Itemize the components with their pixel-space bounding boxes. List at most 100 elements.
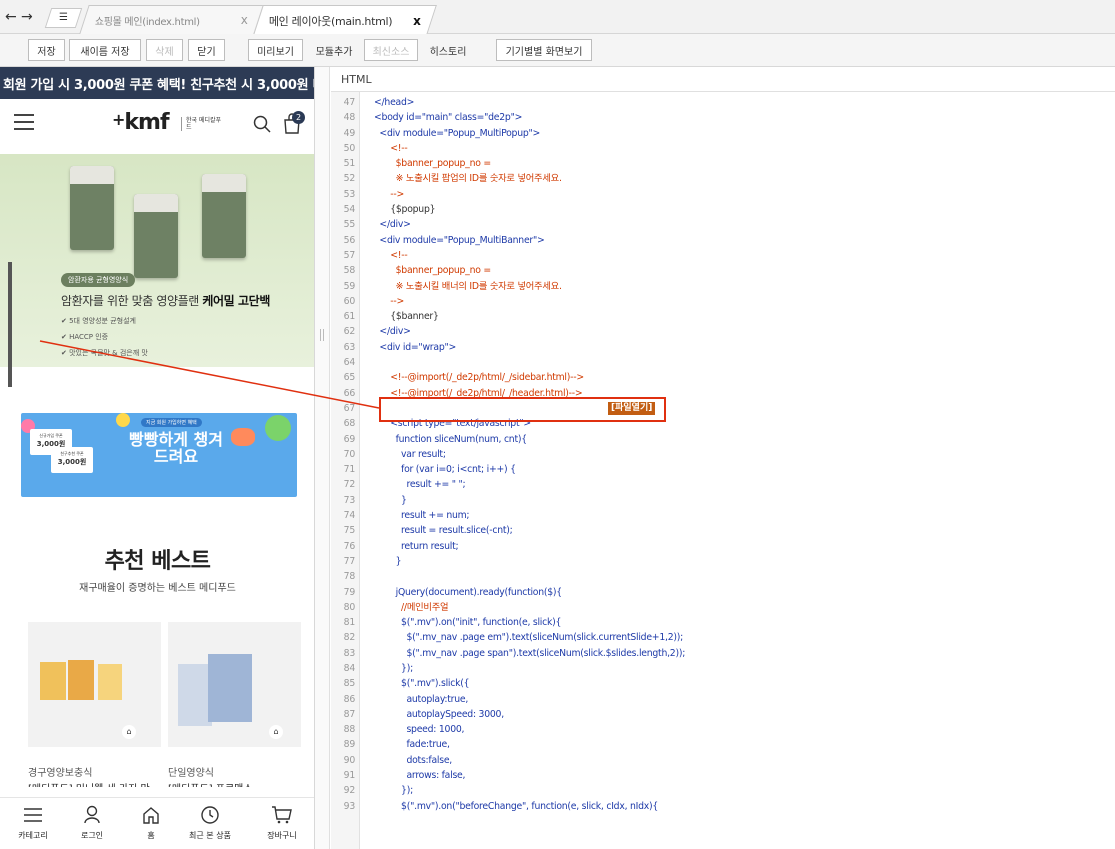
code-line[interactable]: 93 $(".mv").on("beforeChange", function(…: [331, 799, 1115, 814]
code-token: $banner_popup_no =: [374, 265, 491, 277]
code-line[interactable]: 90 dots:false,: [331, 753, 1115, 768]
code-text: autoplay:true,: [374, 692, 468, 707]
line-number: 70: [343, 448, 356, 460]
line-number: 85: [343, 678, 356, 690]
search-icon[interactable]: [253, 115, 271, 133]
code-line[interactable]: 51 $banner_popup_no =: [331, 156, 1115, 171]
code-line[interactable]: 47 </head>: [331, 95, 1115, 110]
product-card[interactable]: ⌂: [168, 622, 301, 747]
coupon-banner[interactable]: 신규가입 쿠폰 3,000원 친구추천 쿠폰 3,000원 지금 회원 가입하면 혜…: [21, 413, 297, 497]
code-line[interactable]: 91 arrows: false,: [331, 768, 1115, 783]
code-line[interactable]: 50 <!--: [331, 141, 1115, 156]
delete-button[interactable]: 삭제: [146, 39, 183, 61]
back-arrow-icon[interactable]: ←: [5, 10, 17, 24]
code-line[interactable]: 77 }: [331, 554, 1115, 569]
code-token: fade:true,: [374, 739, 450, 751]
latest-source-button[interactable]: 최신소스: [364, 39, 418, 61]
nav-login[interactable]: 로그인: [62, 804, 122, 841]
close-button[interactable]: 닫기: [188, 39, 225, 61]
code-lines[interactable]: 47 </head> 48 <body id="main" class="de2p">…: [331, 95, 1115, 814]
code-text: </div>: [374, 324, 410, 339]
nav-category[interactable]: 카테고리: [3, 804, 63, 841]
nav-cart[interactable]: 장바구니: [252, 804, 312, 841]
code-line[interactable]: 62 </div>: [331, 324, 1115, 339]
line-number: 51: [343, 158, 356, 170]
code-token: dots:false,: [374, 754, 452, 766]
product-name[interactable]: [메디푸드] 미니웰 세 가지 맛: [28, 780, 158, 787]
code-line[interactable]: 69 function sliceNum(num, cnt){: [331, 432, 1115, 447]
file-open-button[interactable]: [파일열기]: [608, 402, 656, 415]
code-line[interactable]: 84 });: [331, 661, 1115, 676]
code-line[interactable]: 58 $banner_popup_no =: [331, 263, 1115, 278]
code-text: }: [374, 554, 402, 569]
code-line[interactable]: 81 $(".mv").on("init", function(e, slick…: [331, 615, 1115, 630]
code-line[interactable]: 73 }: [331, 493, 1115, 508]
line-number: 47: [343, 97, 356, 108]
code-text: var result;: [374, 447, 446, 462]
code-line[interactable]: 72 result += " ";: [331, 477, 1115, 492]
code-line[interactable]: 71 for (var i=0; i<cnt; i++) {: [331, 462, 1115, 477]
code-line[interactable]: 70 var result;: [331, 447, 1115, 462]
code-text: result = result.slice(-cnt);: [374, 523, 513, 538]
hero-badge: 암환자용 균형영양식: [61, 273, 136, 287]
pane-splitter[interactable]: [315, 67, 330, 849]
code-line[interactable]: 61 {$banner}: [331, 309, 1115, 324]
splitter-grip-icon[interactable]: [320, 329, 324, 341]
code-line[interactable]: 76 return result;: [331, 539, 1115, 554]
history-button[interactable]: 히스토리: [418, 39, 478, 61]
bag-icon[interactable]: ⌂: [122, 725, 136, 739]
hero-banner[interactable]: 암환자용 균형영양식 암환자를 위한 맞춤 영양플랜 케어밀 고단백 ✔ 5대 …: [0, 154, 314, 367]
code-line[interactable]: 48 <body id="main" class="de2p">: [331, 110, 1115, 125]
code-line[interactable]: 63 <div id="wrap">: [331, 340, 1115, 355]
close-icon[interactable]: x: [241, 13, 248, 27]
save-as-button[interactable]: 새이름 저장: [69, 39, 141, 61]
code-line[interactable]: 59 ※ 노출시킬 배너의 ID를 숫자로 넣어주세요.: [331, 279, 1115, 294]
code-line[interactable]: 75 result = result.slice(-cnt);: [331, 523, 1115, 538]
hamburger-icon[interactable]: [14, 114, 34, 130]
hero-check-item: ✔ 맛있는 곡물맛 & 검은깨 맛: [61, 349, 148, 357]
code-line[interactable]: 54 {$popup}: [331, 202, 1115, 217]
nav-home[interactable]: 홈: [121, 804, 181, 841]
code-line[interactable]: 92 });: [331, 783, 1115, 798]
code-line[interactable]: 79 jQuery(document).ready(function($){: [331, 585, 1115, 600]
product-card[interactable]: ⌂: [28, 622, 161, 747]
code-line[interactable]: 65 <!--@import(/_de2p/html/_/sidebar.htm…: [331, 370, 1115, 385]
code-editor[interactable]: HTML 47 </head> 48 <body id="main" class="d…: [331, 67, 1115, 849]
code-line[interactable]: 83 $(".mv_nav .page span").text(sliceNum…: [331, 646, 1115, 661]
tab-index[interactable]: 쇼핑몰 메인(index.html) x: [79, 5, 264, 34]
tab-list-button[interactable]: ☰: [44, 8, 83, 28]
code-line[interactable]: 55 </div>: [331, 217, 1115, 232]
save-button[interactable]: 저장: [28, 39, 65, 61]
device-view-button[interactable]: 기기별별 화면보기: [496, 39, 592, 61]
code-line[interactable]: 78: [331, 569, 1115, 584]
code-line[interactable]: 86 autoplay:true,: [331, 692, 1115, 707]
product-name[interactable]: [메디푸드] 프로맥스: [168, 780, 298, 787]
code-line[interactable]: 85 $(".mv").slick({: [331, 676, 1115, 691]
code-line[interactable]: 64: [331, 355, 1115, 370]
code-line[interactable]: 60 -->: [331, 294, 1115, 309]
code-text: ※ 노출시킬 배너의 ID를 숫자로 넣어주세요.: [374, 279, 562, 294]
code-line[interactable]: 82 $(".mv_nav .page em").text(sliceNum(s…: [331, 630, 1115, 645]
line-number: 63: [343, 341, 356, 353]
close-icon[interactable]: x: [413, 14, 421, 28]
line-number: 78: [343, 571, 356, 583]
code-line[interactable]: 53 -->: [331, 187, 1115, 202]
code-line[interactable]: 52 ※ 노출시킬 팝업의 ID를 숫자로 넣어주세요.: [331, 171, 1115, 186]
tab-main[interactable]: 메인 레이아웃(main.html) x: [253, 5, 437, 35]
logo[interactable]: +kmf: [112, 110, 170, 135]
forward-arrow-icon[interactable]: →: [21, 10, 33, 24]
scroll-indicator[interactable]: [8, 262, 12, 387]
nav-recent[interactable]: 최근 본 상품: [180, 804, 240, 841]
preview-button[interactable]: 미리보기: [248, 39, 303, 61]
add-module-button[interactable]: 모듈추가: [304, 39, 364, 61]
code-line[interactable]: 57 <!--: [331, 248, 1115, 263]
code-line[interactable]: 49 <div module="Popup_MultiPopup">: [331, 126, 1115, 141]
promo-banner[interactable]: 회원 가입 시 3,000원 쿠폰 혜택! 친구추천 시 3,000원 더!: [0, 67, 314, 99]
code-line[interactable]: 56 <div module="Popup_MultiBanner">: [331, 233, 1115, 248]
code-line[interactable]: 74 result += num;: [331, 508, 1115, 523]
code-line[interactable]: 87 autoplaySpeed: 3000,: [331, 707, 1115, 722]
code-line[interactable]: 80 //메인비주얼: [331, 600, 1115, 615]
code-line[interactable]: 89 fade:true,: [331, 737, 1115, 752]
code-line[interactable]: 88 speed: 1000,: [331, 722, 1115, 737]
bag-icon[interactable]: ⌂: [269, 725, 283, 739]
